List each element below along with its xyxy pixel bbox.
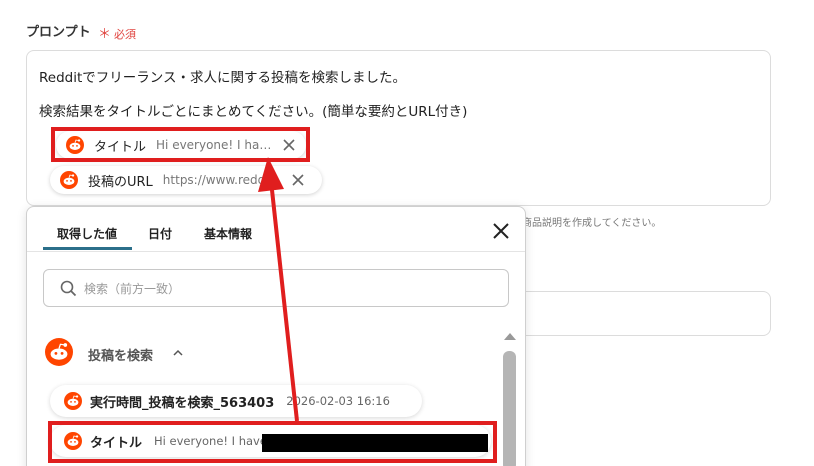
reddit-icon (64, 392, 82, 410)
tab-basic-info[interactable]: 基本情報 (204, 225, 252, 242)
required-text: 必須 (114, 28, 137, 41)
scrollbar-thumb[interactable] (503, 351, 516, 466)
list-item[interactable]: 実行時間_投稿を検索_563403 2026-02-03 16:16 (50, 385, 422, 417)
tab-acquired-values[interactable]: 取得した値 (57, 225, 117, 242)
required-badge: ＊必須 (98, 23, 136, 42)
chevron-up-icon[interactable] (172, 347, 184, 359)
scroll-up-icon[interactable] (503, 331, 517, 341)
prompt-chip-url[interactable]: 投稿のURL https://www.reddi... (50, 166, 322, 194)
tab-date[interactable]: 日付 (148, 225, 172, 242)
reddit-icon (45, 338, 73, 366)
highlight-box-list-item (48, 421, 497, 463)
close-icon[interactable] (291, 173, 305, 187)
search-field (43, 269, 509, 307)
required-star: ＊ (98, 27, 112, 42)
highlight-box-prompt-chip (51, 127, 310, 162)
prompt-hint-text: 商品説明を作成してください。 (522, 218, 662, 229)
search-icon (60, 280, 77, 297)
tab-divider (27, 251, 525, 252)
item-label: 実行時間_投稿を検索_563403 (90, 395, 275, 411)
search-input[interactable] (84, 278, 484, 300)
close-icon[interactable] (492, 222, 510, 240)
chip-value: https://www.reddi... (162, 173, 281, 187)
active-tab-indicator (43, 247, 132, 250)
chip-label: 投稿のURL (88, 174, 153, 190)
reddit-icon (60, 171, 78, 189)
prompt-line-2: 検索結果をタイトルごとにまとめてください。(簡単な要約とURL付き) (39, 104, 468, 120)
prompt-label: プロンプト (26, 25, 91, 40)
prompt-line-1: Redditでフリーランス・求人に関する投稿を検索しました。 (39, 70, 406, 86)
next-field-box[interactable] (520, 291, 771, 336)
item-value: 2026-02-03 16:16 (286, 394, 390, 408)
group-title[interactable]: 投稿を検索 (88, 345, 153, 364)
